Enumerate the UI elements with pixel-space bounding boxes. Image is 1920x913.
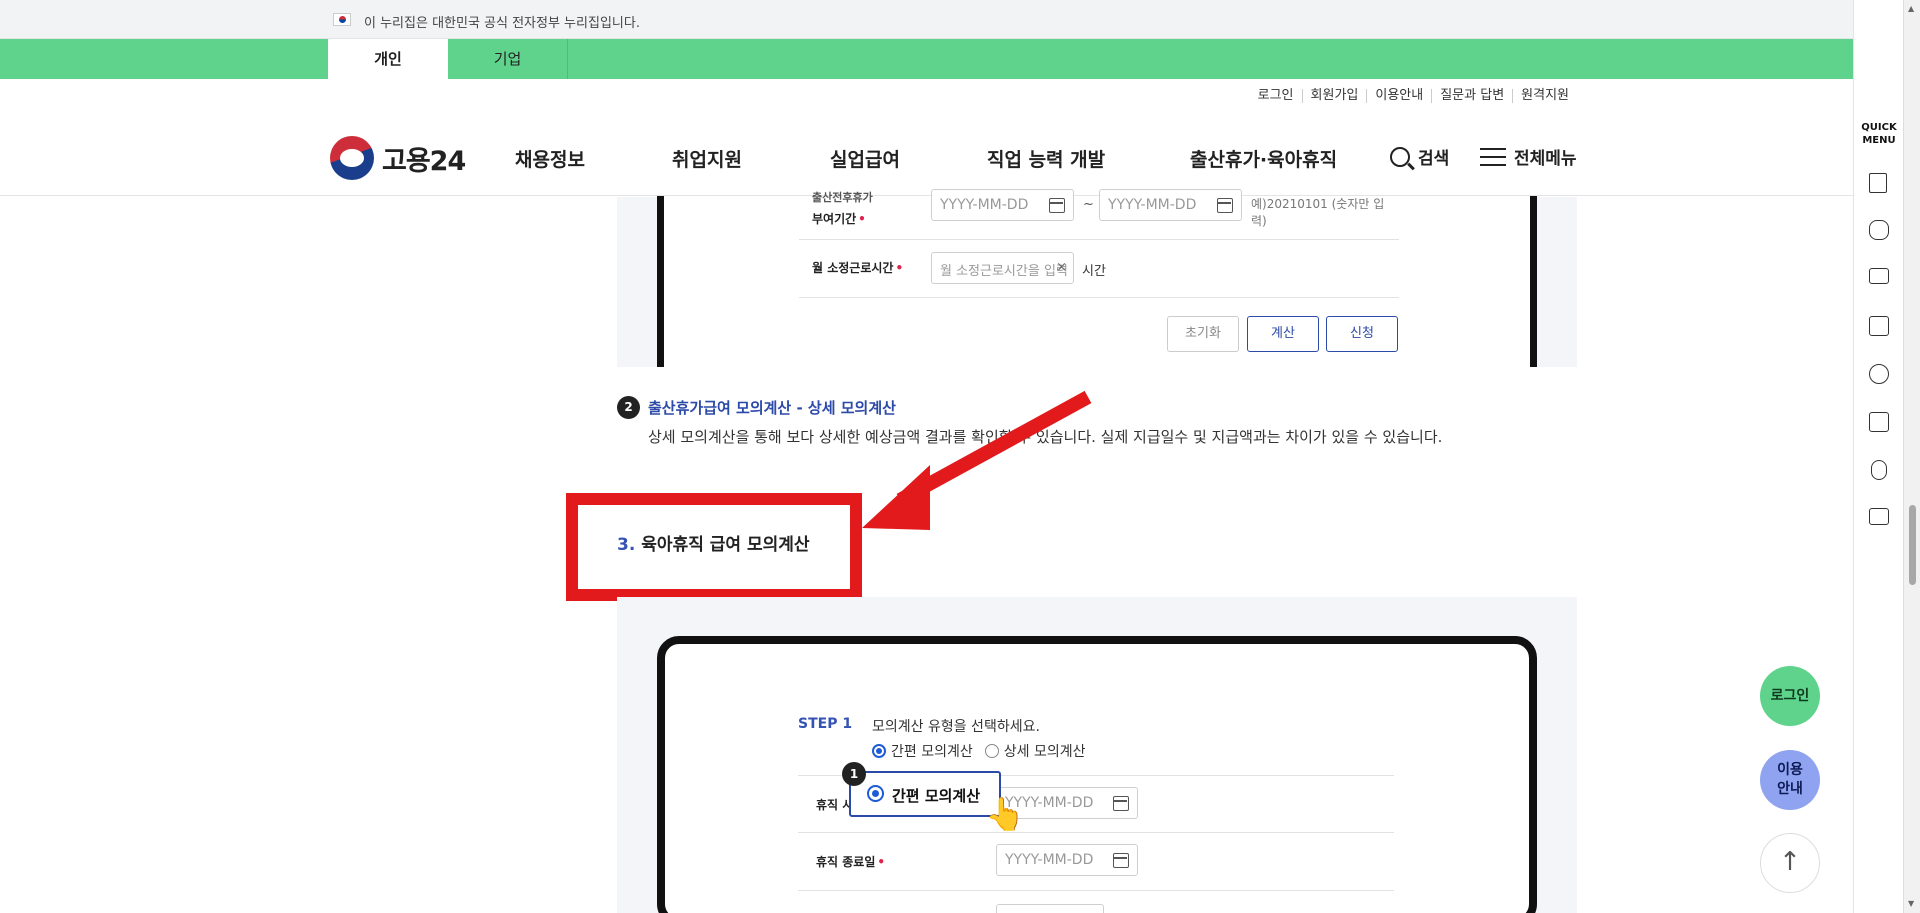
smile-icon[interactable] [1869,364,1889,384]
scroll-to-top-button[interactable]: ↑ [1760,833,1820,893]
annotation-arrow [862,390,1092,530]
monitor-icon[interactable] [1869,268,1889,284]
scroll-down-arrow[interactable]: ▼ [1908,899,1914,908]
page-scrollbar[interactable]: ▲ ▼ [1903,0,1920,913]
floating-guide-button[interactable]: 이용 안내 [1760,750,1820,810]
quick-menu: QUICK MENU [1853,0,1903,913]
coins-icon[interactable] [1871,460,1887,480]
floating-guide-label: 이용 안내 [1777,762,1803,797]
scrollbar-thumb[interactable] [1909,505,1916,585]
printer-icon[interactable] [1869,508,1889,525]
checklist-icon[interactable] [1869,316,1889,336]
scroll-up-arrow[interactable]: ▲ [1908,4,1914,13]
chat-icon[interactable] [1869,220,1889,240]
building-icon[interactable] [1869,173,1887,193]
floating-login-button[interactable]: 로그인 [1760,666,1820,726]
quick-menu-title: QUICK MENU [1861,122,1897,146]
calculator-icon[interactable] [1869,412,1889,432]
page-viewport: 이 누리집은 대한민국 공식 전자정부 누리집입니다. 개인 기업 로그인 회원… [0,0,1853,913]
